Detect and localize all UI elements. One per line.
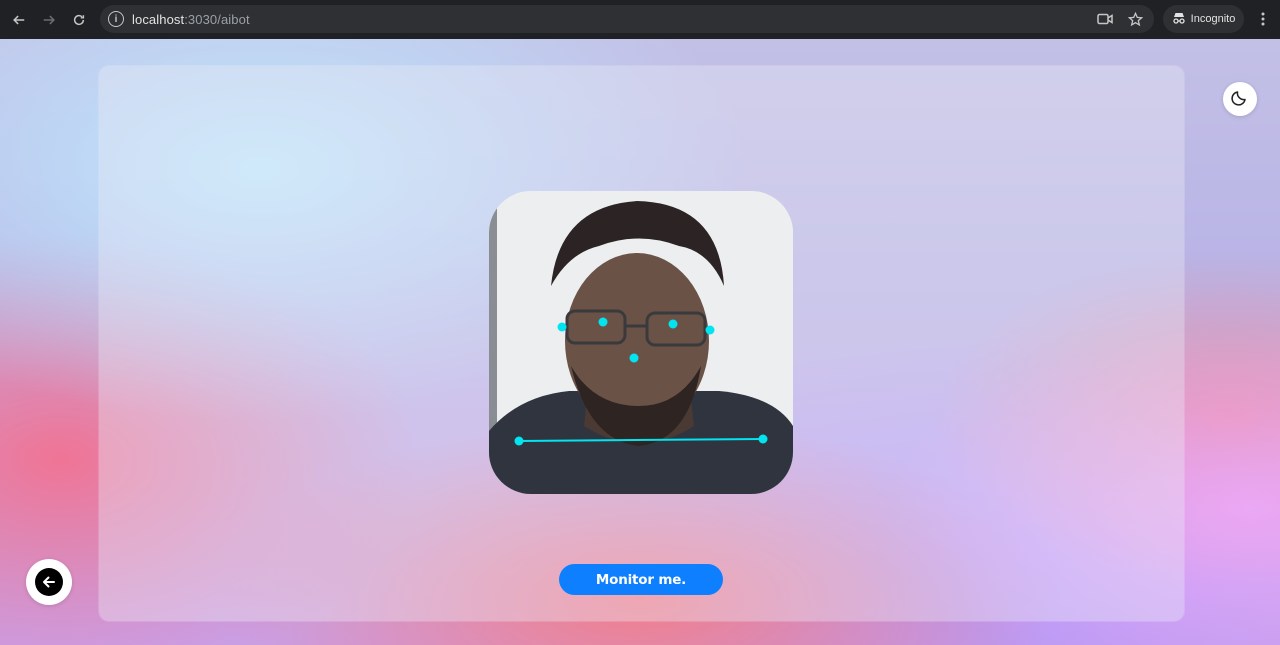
theme-toggle-button[interactable]	[1223, 82, 1257, 116]
url-host: localhost	[132, 11, 185, 27]
glass-card: Monitor me.	[99, 66, 1184, 621]
forward-arrow-icon[interactable]	[38, 9, 60, 31]
arrow-left-icon	[35, 568, 63, 596]
page-background: Monitor me.	[0, 39, 1280, 645]
back-arrow-icon[interactable]	[8, 9, 30, 31]
back-button[interactable]	[26, 559, 72, 605]
monitor-me-button[interactable]: Monitor me.	[559, 564, 723, 595]
url-text[interactable]: localhost:3030/aibot	[132, 12, 250, 27]
reload-icon[interactable]	[68, 9, 90, 31]
webcam-feed	[489, 191, 793, 494]
url-path: :3030/aibot	[184, 11, 250, 27]
incognito-label: Incognito	[1190, 13, 1236, 25]
address-bar[interactable]: i localhost:3030/aibot	[100, 5, 1154, 33]
incognito-indicator[interactable]: Incognito	[1163, 5, 1244, 33]
browser-toolbar: i localhost:3030/aibot Incognito	[0, 0, 1280, 39]
camera-icon[interactable]	[1096, 10, 1114, 28]
more-vert-icon[interactable]	[1254, 8, 1272, 30]
moon-icon	[1231, 88, 1249, 111]
face-landmarks-overlay	[489, 191, 793, 494]
star-icon[interactable]	[1126, 10, 1144, 28]
incognito-icon	[1172, 12, 1186, 27]
site-info-icon[interactable]: i	[108, 11, 124, 27]
